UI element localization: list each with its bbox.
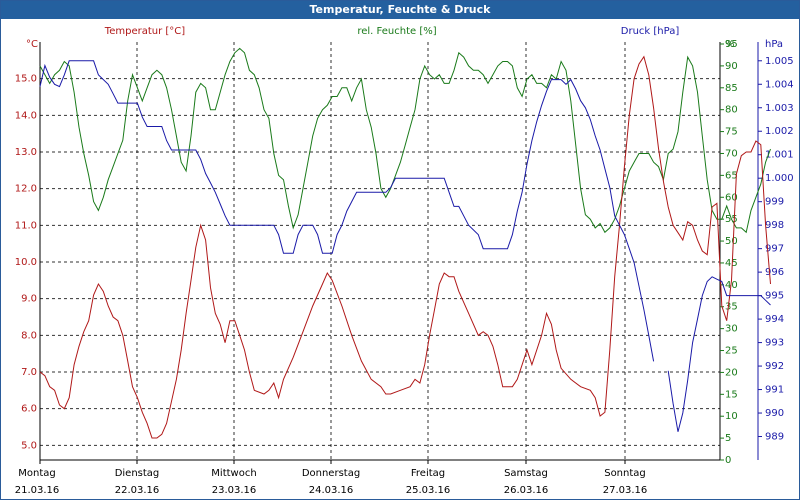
humidity-tick-label: 5 — [725, 433, 731, 444]
pressure-unit: hPa — [765, 39, 783, 50]
x-tick-date: 25.03.16 — [406, 485, 451, 496]
temperature-tick-label: 10.0 — [15, 257, 37, 268]
pressure-tick-label: 999 — [765, 197, 784, 208]
humidity-tick-label: 80 — [725, 105, 738, 116]
temperature-tick-label: 7.0 — [21, 367, 37, 378]
temperature-axis-title: Temperatur [°C] — [104, 26, 185, 37]
humidity-tick-label: 35 — [725, 302, 738, 313]
x-tick-date: 22.03.16 — [115, 485, 160, 496]
temperature-tick-label: 5.0 — [21, 440, 37, 451]
temperature-tick-label: 8.0 — [21, 330, 37, 341]
temperature-tick-label: 6.0 — [21, 404, 37, 415]
x-tick-day: Donnerstag — [302, 468, 360, 479]
x-tick-day: Sonntag — [604, 468, 646, 479]
x-tick-date: 23.03.16 — [212, 485, 257, 496]
x-tick-day: Samstag — [504, 468, 548, 479]
x-tick-date: 27.03.16 — [603, 485, 648, 496]
temperature-tick-label: 12.0 — [15, 184, 37, 195]
humidity-tick-label: 20 — [725, 367, 738, 378]
humidity-tick-label: 75 — [725, 127, 738, 138]
humidity-tick-label: 85 — [725, 83, 738, 94]
pressure-tick-label: 1.000 — [765, 173, 794, 184]
pressure-line — [39, 60, 655, 362]
pressure-tick-label: 993 — [765, 338, 784, 349]
pressure-tick-label: 990 — [765, 408, 784, 419]
x-tick-date: 26.03.16 — [504, 485, 549, 496]
humidity-tick-label: 30 — [725, 324, 738, 335]
pressure-tick-label: 1.002 — [765, 126, 794, 137]
humidity-tick-label: 90 — [725, 61, 738, 72]
temperature-tick-label: 13.0 — [15, 147, 37, 158]
humidity-line — [39, 47, 771, 234]
pressure-tick-label: 991 — [765, 385, 784, 396]
humidity-tick-label: 25 — [725, 346, 738, 357]
pressure-tick-label: 1.003 — [765, 103, 794, 114]
humidity-tick-label: 10 — [725, 411, 738, 422]
temperature-unit: °C — [26, 39, 38, 50]
temperature-tick-label: 9.0 — [21, 294, 37, 305]
pressure-tick-label: 1.004 — [765, 79, 794, 90]
series-lines — [39, 47, 771, 439]
grid — [40, 42, 720, 460]
x-tick-date: 24.03.16 — [309, 485, 354, 496]
pressure-tick-label: 998 — [765, 220, 784, 231]
humidity-axis-title: rel. Feuchte [%] — [357, 26, 436, 37]
pressure-tick-label: 996 — [765, 267, 784, 278]
x-tick-day: Dienstag — [115, 468, 160, 479]
temperature-tick-label: 15.0 — [15, 74, 37, 85]
pressure-tick-label: 994 — [765, 314, 784, 325]
x-tick-date: 21.03.16 — [15, 485, 60, 496]
humidity-tick-label: 45 — [725, 258, 738, 269]
temperature-tick-label: 11.0 — [15, 220, 37, 231]
x-tick-day: Mittwoch — [211, 468, 256, 479]
humidity-tick-label: 0 — [725, 455, 731, 466]
humidity-tick-label: 70 — [725, 148, 738, 159]
pressure-tick-label: 989 — [765, 432, 784, 443]
x-tick-day: Montag — [18, 468, 55, 479]
temperature-tick-label: 14.0 — [15, 110, 37, 121]
humidity-tick-label: 95 — [725, 39, 738, 50]
pressure-axis-title: Druck [hPa] — [621, 26, 680, 37]
pressure-tick-label: 992 — [765, 361, 784, 372]
chart-svg: Temperatur [°C] rel. Feuchte [%] Druck [… — [15, 26, 794, 496]
temperature-line — [39, 55, 771, 439]
pressure-tick-label: 995 — [765, 291, 784, 302]
humidity-tick-label: 15 — [725, 389, 738, 400]
humidity-tick-label: 50 — [725, 236, 738, 247]
pressure-tick-label: 1.005 — [765, 56, 794, 67]
x-tick-day: Freitag — [411, 468, 445, 479]
